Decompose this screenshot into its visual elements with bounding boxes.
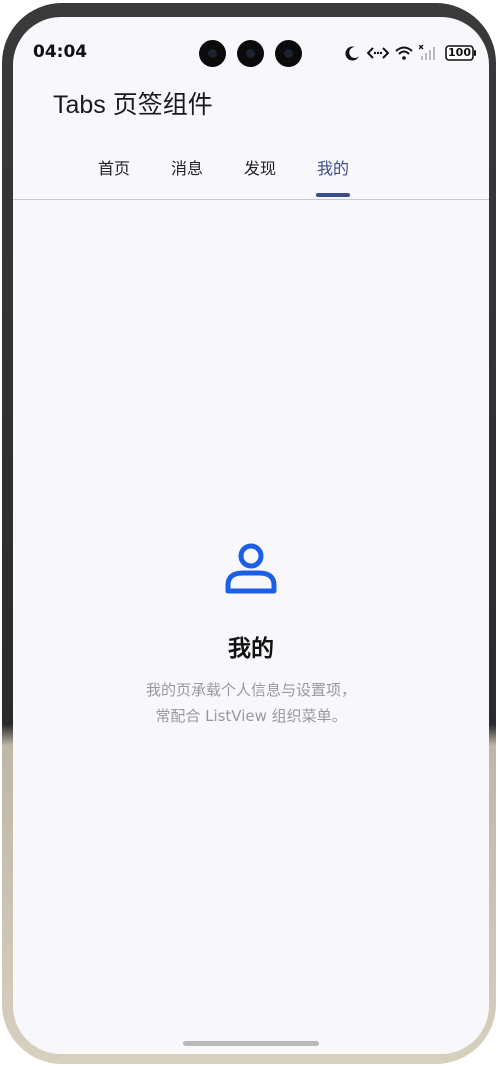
screen: 04:04 100 Tabs 页签组件 首页 消息 发现 我的 我的 我的页承载… [13, 17, 489, 1054]
tab-indicator [316, 193, 350, 197]
tab-discover[interactable]: 发现 [239, 155, 281, 199]
status-time: 04:04 [33, 42, 88, 62]
divider [13, 199, 489, 200]
camera-icon [199, 40, 226, 67]
home-indicator[interactable] [183, 1041, 319, 1046]
page-title: Tabs 页签组件 [53, 91, 213, 119]
battery-icon: 100 [445, 45, 477, 61]
tab-bar: 首页 消息 发现 我的 [13, 155, 489, 199]
description-line-2: 常配合 ListView 组织菜单。 [155, 707, 347, 725]
tab-messages[interactable]: 消息 [166, 155, 208, 199]
battery-level: 100 [448, 46, 471, 59]
person-icon [223, 540, 279, 596]
signal-icon [419, 45, 439, 61]
tab-home[interactable]: 首页 [93, 155, 135, 199]
wifi-icon [395, 46, 413, 60]
description-line-1: 我的页承载个人信息与设置项， [145, 681, 356, 699]
camera-icon [237, 40, 264, 67]
section-title: 我的 [228, 636, 274, 662]
camera-icon [275, 40, 302, 67]
moon-icon [345, 45, 361, 61]
status-icons: 100 [345, 40, 477, 66]
phone-frame: 04:04 100 Tabs 页签组件 首页 消息 发现 我的 我的 我的页承载… [2, 3, 496, 1064]
status-bar: 04:04 100 [13, 17, 489, 77]
data-transfer-icon [367, 46, 389, 60]
